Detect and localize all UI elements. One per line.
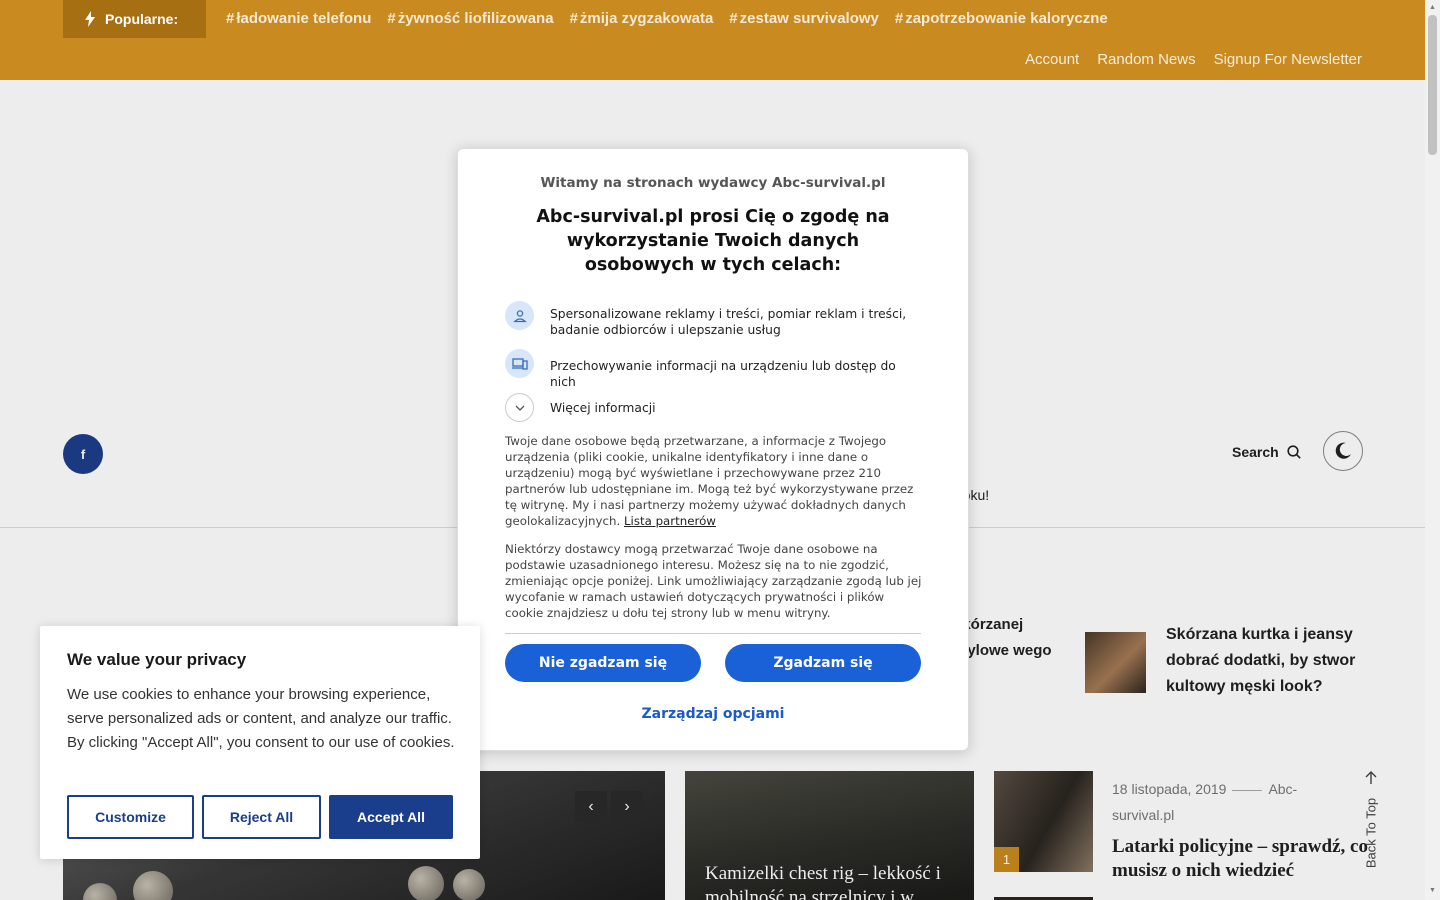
nav-newsletter[interactable]: Signup For Newsletter <box>1214 51 1362 68</box>
tag-link[interactable]: # żywność liofilizowana <box>387 10 553 27</box>
cookie-text: We use cookies to enhance your browsing … <box>67 686 455 751</box>
purpose-text: Przechowywanie informacji na urządzeniu … <box>550 359 896 389</box>
customize-button[interactable]: Customize <box>67 795 194 839</box>
scroll-down-icon[interactable]: ▼ <box>1428 886 1437 896</box>
person-icon <box>505 301 534 330</box>
consent-dialog: Witamy na stronach wydawcy Abc-survival.… <box>457 148 969 751</box>
more-info-label: Więcej informacji <box>550 401 656 415</box>
consent-paragraph: Twoje dane osobowe będą przetwarzane, a … <box>505 434 914 528</box>
divider <box>505 633 921 634</box>
scroll-thumb[interactable] <box>1428 15 1437 155</box>
tag-link[interactable]: # ładowanie telefonu <box>226 10 371 27</box>
lightning-icon <box>85 11 95 27</box>
scroll-up-icon[interactable]: ▲ <box>1428 3 1437 13</box>
nav-random-news[interactable]: Random News <box>1097 51 1195 68</box>
popular-label: Popularne: <box>105 11 179 27</box>
top-nav: Account Random News Signup For Newslette… <box>1025 51 1362 68</box>
consent-paragraph: Niektórzy dostawcy mogą przetwarzać Twoj… <box>505 542 922 620</box>
devices-icon <box>505 349 534 378</box>
accept-consent-button[interactable]: Zgadzam się <box>725 644 921 682</box>
reject-consent-button[interactable]: Nie zgadzam się <box>505 644 701 682</box>
partners-link[interactable]: Lista partnerów <box>624 514 716 528</box>
consent-pretitle: Witamy na stronach wydawcy Abc-survival.… <box>540 175 886 191</box>
consent-title: Abc-survival.pl prosi Cię o zgodę na wyk… <box>536 207 890 275</box>
tag-link[interactable]: # zapotrzebowanie kaloryczne <box>895 10 1108 27</box>
tag-link[interactable]: # żmija zygzakowata <box>570 10 714 27</box>
consent-purpose-personalization: Spersonalizowane reklamy i treści, pomia… <box>505 301 910 338</box>
popular-tags: # ładowanie telefonu # żywność liofilizowa… <box>226 10 1108 27</box>
manage-options-link[interactable]: Zarządzaj opcjami <box>458 706 968 722</box>
reject-all-button[interactable]: Reject All <box>202 795 321 839</box>
page-scrollbar[interactable]: ▲ ▼ <box>1425 0 1440 900</box>
popular-label-box: Popularne: <box>63 0 206 38</box>
chevron-down-icon <box>505 393 534 422</box>
cookie-title: We value your privacy <box>67 650 247 669</box>
cookie-banner: We value your privacy We use cookies to … <box>40 626 480 859</box>
purpose-text: Spersonalizowane reklamy i treści, pomia… <box>550 307 907 337</box>
consent-purpose-storage: Przechowywanie informacji na urządzeniu … <box>505 349 910 390</box>
nav-account[interactable]: Account <box>1025 51 1079 68</box>
accept-all-button[interactable]: Accept All <box>329 795 453 839</box>
more-info-toggle[interactable]: Więcej informacji <box>505 393 910 422</box>
top-bar: Popularne: # ładowanie telefonu # żywność … <box>0 0 1425 80</box>
tag-link[interactable]: # zestaw survivalowy <box>729 10 879 27</box>
